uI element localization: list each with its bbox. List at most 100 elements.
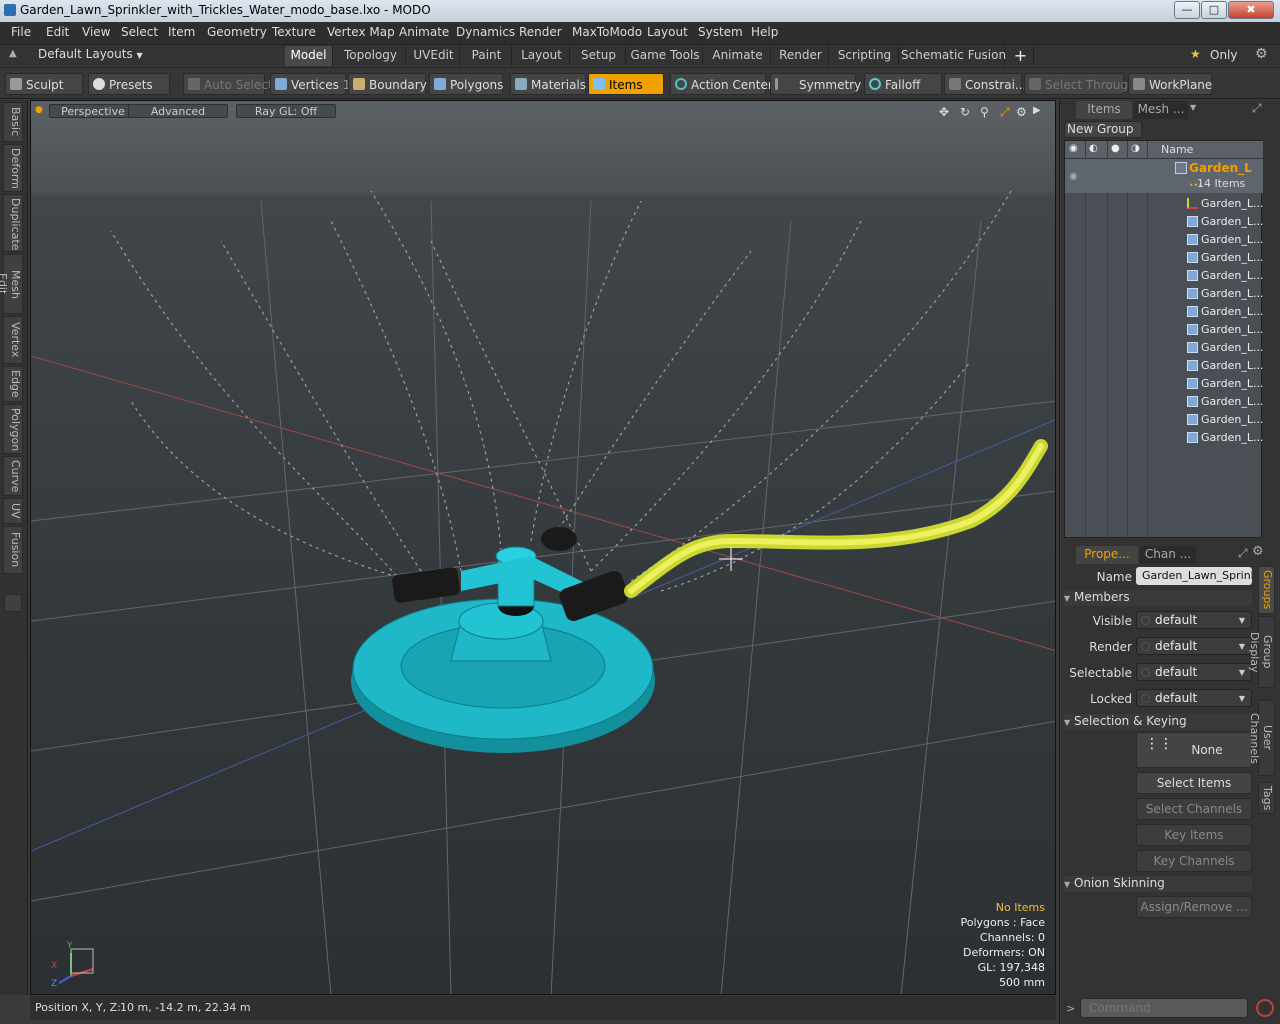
- group-eye-icon[interactable]: ◉: [1069, 171, 1078, 182]
- props-gear-icon[interactable]: ⚙: [1252, 544, 1264, 559]
- menu-help[interactable]: Help: [751, 25, 778, 39]
- name-column-header[interactable]: Name: [1161, 143, 1193, 156]
- menu-item[interactable]: Item: [168, 25, 195, 39]
- side-tab-user-channels[interactable]: User Channels: [1248, 700, 1275, 776]
- auto-select-button[interactable]: Auto Select: [183, 73, 273, 95]
- key-items-button[interactable]: Key Items: [1136, 824, 1252, 846]
- expand-props-icon[interactable]: ⤢: [1238, 546, 1248, 561]
- presets-button[interactable]: Presets: [88, 73, 170, 95]
- name-field[interactable]: Garden_Lawn_Sprinkl: [1136, 567, 1252, 585]
- materials-button[interactable]: Materials: [510, 73, 586, 95]
- visible-dropdown[interactable]: default: [1136, 611, 1252, 629]
- item-row[interactable]: Garden_L...: [1065, 249, 1263, 267]
- item-row[interactable]: Garden_L...: [1065, 231, 1263, 249]
- item-row[interactable]: Garden_L...: [1065, 375, 1263, 393]
- falloff-button[interactable]: Falloff: [864, 73, 942, 95]
- tab-animate[interactable]: Animate: [705, 46, 771, 66]
- menu-vertex-map[interactable]: Vertex Map: [327, 25, 395, 39]
- onion-skinning-section[interactable]: ▼ Onion Skinning: [1064, 876, 1252, 892]
- viewport-gear-icon[interactable]: ⚙: [1016, 105, 1027, 119]
- tab-items[interactable]: Items: [1076, 101, 1132, 119]
- item-row[interactable]: Garden_L...: [1065, 339, 1263, 357]
- render-dropdown[interactable]: default: [1136, 637, 1252, 655]
- rotate-icon[interactable]: ↻: [960, 105, 970, 119]
- tab-schematic-fusion[interactable]: Schematic Fusion: [901, 46, 1006, 66]
- gear-icon[interactable]: ⚙: [1255, 46, 1268, 62]
- tab-model[interactable]: Model: [285, 46, 333, 66]
- select-items-button[interactable]: Select Items: [1136, 772, 1252, 794]
- tab-basic[interactable]: Basic: [3, 102, 23, 142]
- item-row[interactable]: Garden_L...: [1065, 429, 1263, 447]
- tab-scripting[interactable]: Scripting: [831, 46, 899, 66]
- record-icon[interactable]: [1256, 999, 1274, 1017]
- tab-polygon[interactable]: Polygon: [3, 404, 23, 454]
- select-through-button[interactable]: Select Through: [1024, 73, 1136, 95]
- boundary-button[interactable]: Boundary: [348, 73, 427, 95]
- menu-select[interactable]: Select: [121, 25, 158, 39]
- tab-fusion[interactable]: Fusion: [3, 526, 23, 574]
- menu-maxtomodo[interactable]: MaxToModo: [572, 25, 642, 39]
- collapse-arrow-icon[interactable]: ▲: [9, 48, 17, 59]
- menu-edit[interactable]: Edit: [46, 25, 69, 39]
- item-row[interactable]: Garden_L...: [1065, 267, 1263, 285]
- menu-geometry[interactable]: Geometry: [207, 25, 267, 39]
- item-row[interactable]: Garden_L...: [1065, 411, 1263, 429]
- menu-view[interactable]: View: [82, 25, 110, 39]
- selection-keying-section[interactable]: ▼ Selection & Keying: [1064, 714, 1252, 730]
- symmetry-button[interactable]: Symmetry: [770, 73, 861, 95]
- tab-paint[interactable]: Paint: [462, 46, 512, 66]
- tab-setup[interactable]: Setup: [572, 46, 626, 66]
- item-row[interactable]: Garden_L...: [1065, 393, 1263, 411]
- vertices-button[interactable]: Vertices 1: [270, 73, 350, 95]
- selectable-dropdown[interactable]: default: [1136, 663, 1252, 681]
- tab-render[interactable]: Render: [773, 46, 829, 66]
- menu-render[interactable]: Render: [519, 25, 562, 39]
- select-channels-button[interactable]: Select Channels: [1136, 798, 1252, 820]
- new-group-button[interactable]: New Group: [1064, 121, 1142, 138]
- layouts-dropdown[interactable]: Default Layouts ▼: [38, 47, 143, 61]
- pan-icon[interactable]: ✥: [939, 105, 949, 119]
- locked-dropdown[interactable]: default: [1136, 689, 1252, 707]
- 3d-viewport[interactable]: X Y Z ● Perspective Advanced Ray GL: Off…: [30, 100, 1056, 995]
- tab-uv[interactable]: UV: [3, 498, 23, 524]
- lock-icon[interactable]: ●: [1111, 143, 1120, 154]
- visibility-eye-icon[interactable]: ◉: [1069, 143, 1078, 154]
- raygl-toggle[interactable]: Ray GL: Off: [236, 104, 336, 118]
- tool-palette-button[interactable]: [4, 594, 22, 612]
- polygons-button[interactable]: Polygons: [429, 73, 503, 95]
- minimize-button[interactable]: —: [1174, 1, 1200, 19]
- action-center-button[interactable]: Action Center: [670, 73, 773, 95]
- key-channels-button[interactable]: Key Channels: [1136, 850, 1252, 872]
- constraints-button[interactable]: Constrai...: [944, 73, 1026, 95]
- item-row[interactable]: Garden_L...: [1065, 321, 1263, 339]
- tab-mesh-edit[interactable]: Mesh Edit: [0, 254, 23, 314]
- fit-icon[interactable]: ⤢: [1000, 105, 1010, 120]
- viewport-menu-icon[interactable]: ●: [35, 105, 43, 115]
- side-tab-groups[interactable]: Groups: [1258, 566, 1275, 614]
- tab-layout[interactable]: Layout: [514, 46, 570, 66]
- menu-system[interactable]: System: [698, 25, 743, 39]
- members-section[interactable]: ▼ Members: [1064, 590, 1252, 606]
- tab-duplicate[interactable]: Duplicate: [3, 194, 23, 252]
- tab-deform[interactable]: Deform: [3, 144, 23, 192]
- tab-edge[interactable]: Edge: [3, 366, 23, 402]
- group-row[interactable]: ◉ Garden_L ... 14 Items: [1065, 159, 1263, 193]
- item-row[interactable]: Garden_L...: [1065, 195, 1263, 213]
- only-button[interactable]: Only: [1210, 48, 1238, 62]
- tab-mesh[interactable]: Mesh ...: [1134, 101, 1188, 119]
- items-button[interactable]: Items: [588, 73, 664, 95]
- keying-none-button[interactable]: ⋮⋮ None: [1136, 732, 1252, 768]
- render-icon[interactable]: ◐: [1089, 143, 1098, 154]
- item-row[interactable]: Garden_L...: [1065, 357, 1263, 375]
- tab-properties[interactable]: Prope...: [1076, 546, 1138, 564]
- workplane-button[interactable]: WorkPlane: [1128, 73, 1212, 95]
- close-button[interactable]: ✖: [1228, 1, 1274, 19]
- expand-panel-icon[interactable]: ⤢: [1252, 101, 1262, 116]
- menu-dynamics[interactable]: Dynamics: [456, 25, 515, 39]
- menu-animate[interactable]: Animate: [399, 25, 449, 39]
- menu-layout[interactable]: Layout: [647, 25, 688, 39]
- selectable-icon[interactable]: ◑: [1131, 143, 1140, 154]
- item-row[interactable]: Garden_L...: [1065, 213, 1263, 231]
- tab-topology[interactable]: Topology: [336, 46, 406, 66]
- menu-texture[interactable]: Texture: [272, 25, 316, 39]
